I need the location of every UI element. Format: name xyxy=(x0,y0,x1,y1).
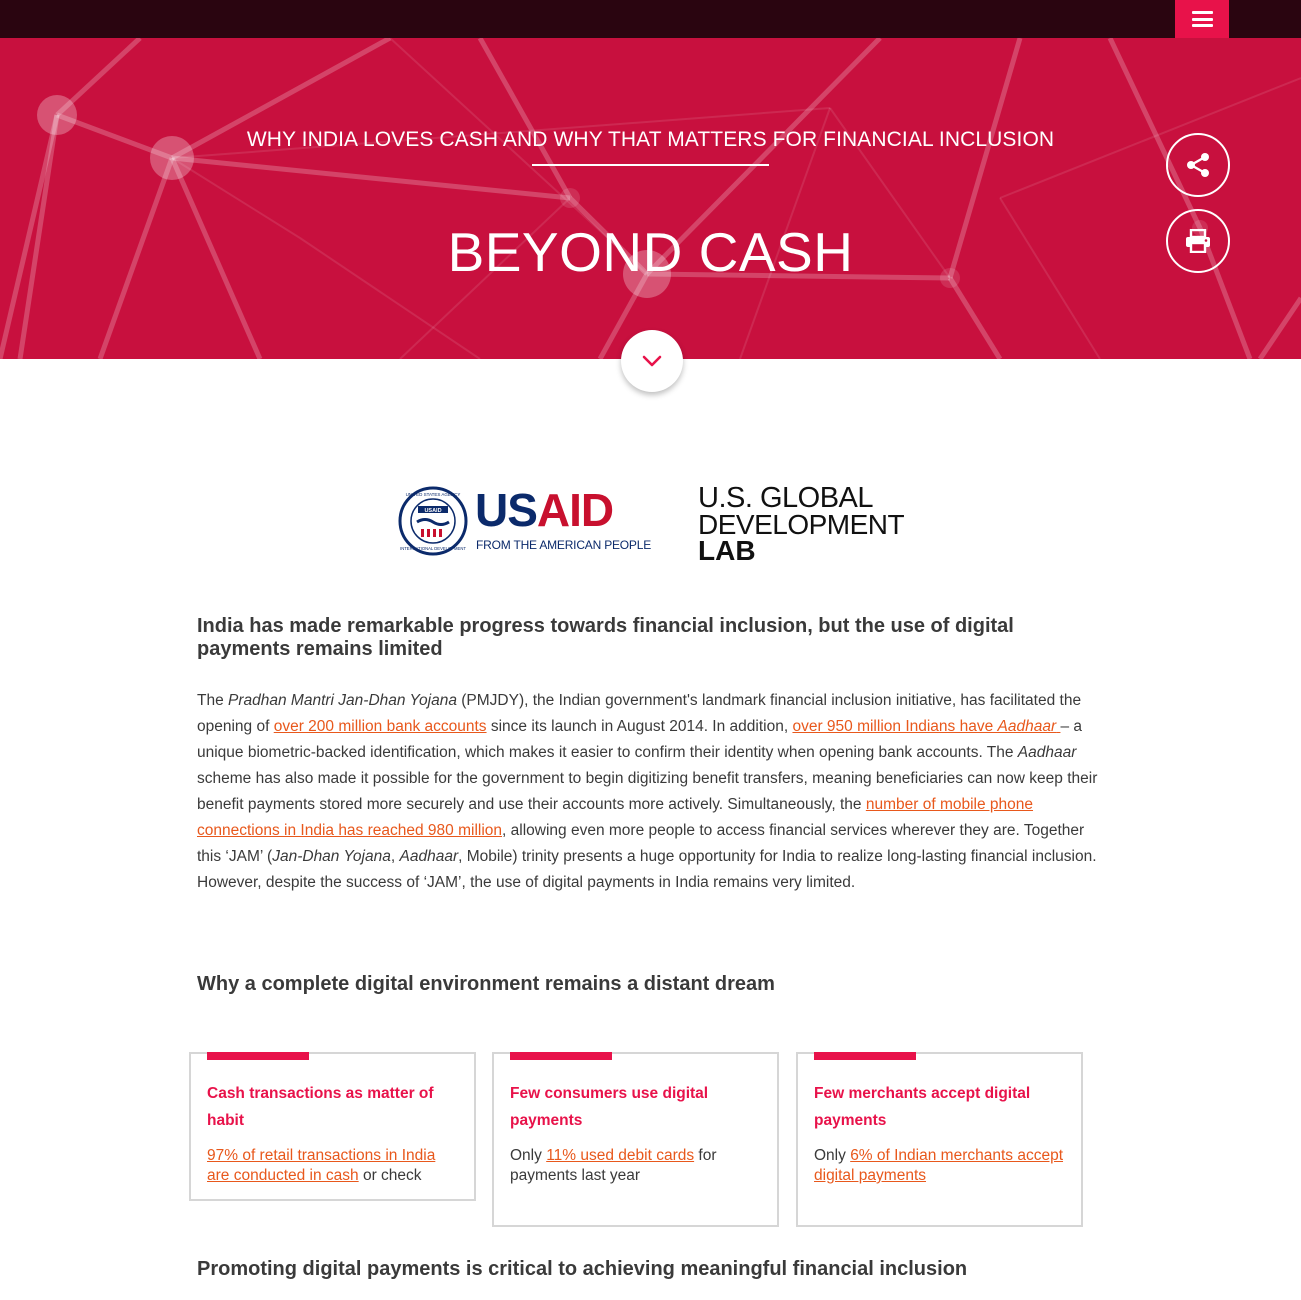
hero-kicker-title: WHY INDIA LOVES CASH AND WHY THAT MATTER… xyxy=(246,128,1055,151)
intro-paragraph: The Pradhan Mantri Jan-Dhan Yojana (PMJD… xyxy=(197,692,1098,891)
global-development-lab-logo: U.S. GLOBAL DEVELOPMENT LAB xyxy=(698,482,905,566)
stat-card-consumers: Few consumers use digital payments Only … xyxy=(492,1052,779,1227)
svg-text:USAID: USAID xyxy=(424,508,441,514)
link-aadhaar[interactable]: over 950 million Indians have Aadhaar xyxy=(792,718,1060,735)
usaid-wordmark: USAID xyxy=(475,484,614,536)
card-accent-bar xyxy=(207,1052,309,1060)
card-title: Few merchants accept digital payments xyxy=(814,1085,1031,1129)
stat-card-cash-habit: Cash transactions as matter of habit 97%… xyxy=(189,1052,476,1201)
card-title: Few consumers use digital payments xyxy=(510,1085,709,1129)
card-title: Cash transactions as matter of habit xyxy=(207,1085,434,1129)
card-text: Only 6% of Indian merchants accept digit… xyxy=(814,1147,1064,1184)
hamburger-menu-icon xyxy=(1191,11,1213,27)
card-link[interactable]: 6% of Indian merchants accept digital pa… xyxy=(814,1147,1063,1184)
scroll-down-button[interactable] xyxy=(621,330,683,392)
link-bank-accounts[interactable]: over 200 million bank accounts xyxy=(274,718,487,735)
print-icon xyxy=(1186,229,1210,253)
network-pattern-background xyxy=(0,38,1301,359)
top-navigation-bar xyxy=(0,0,1301,38)
why-heading: Why a complete digital environment remai… xyxy=(197,973,775,995)
usaid-seal-logo: USAID UNITED STATES AGENCY INTERNATIONAL… xyxy=(398,486,468,556)
share-icon xyxy=(1187,153,1209,177)
print-button[interactable] xyxy=(1166,209,1230,273)
promo-heading: Promoting digital payments is critical t… xyxy=(197,1258,968,1280)
usaid-tagline: FROM THE AMERICAN PEOPLE xyxy=(476,538,652,552)
intro-heading: India has made remarkable progress towar… xyxy=(197,615,1014,660)
svg-text:INTERNATIONAL DEVELOPMENT: INTERNATIONAL DEVELOPMENT xyxy=(400,546,466,551)
svg-text:UNITED STATES AGENCY: UNITED STATES AGENCY xyxy=(406,492,461,497)
page-title: BEYOND CASH xyxy=(447,221,854,283)
chevron-down-icon xyxy=(642,355,662,367)
card-text: 97% of retail transactions in India are … xyxy=(207,1147,436,1184)
hero-banner: WHY INDIA LOVES CASH AND WHY THAT MATTER… xyxy=(0,38,1301,359)
card-text: Only 11% used debit cards for payments l… xyxy=(510,1147,717,1184)
card-accent-bar xyxy=(510,1052,612,1060)
partner-logos: USAID UNITED STATES AGENCY INTERNATIONAL… xyxy=(398,482,908,566)
card-link[interactable]: 11% used debit cards xyxy=(546,1147,694,1164)
share-button[interactable] xyxy=(1166,133,1230,197)
hero-divider xyxy=(532,164,769,166)
menu-button[interactable] xyxy=(1175,0,1229,38)
stat-card-merchants: Few merchants accept digital payments On… xyxy=(796,1052,1083,1227)
card-accent-bar xyxy=(814,1052,916,1060)
